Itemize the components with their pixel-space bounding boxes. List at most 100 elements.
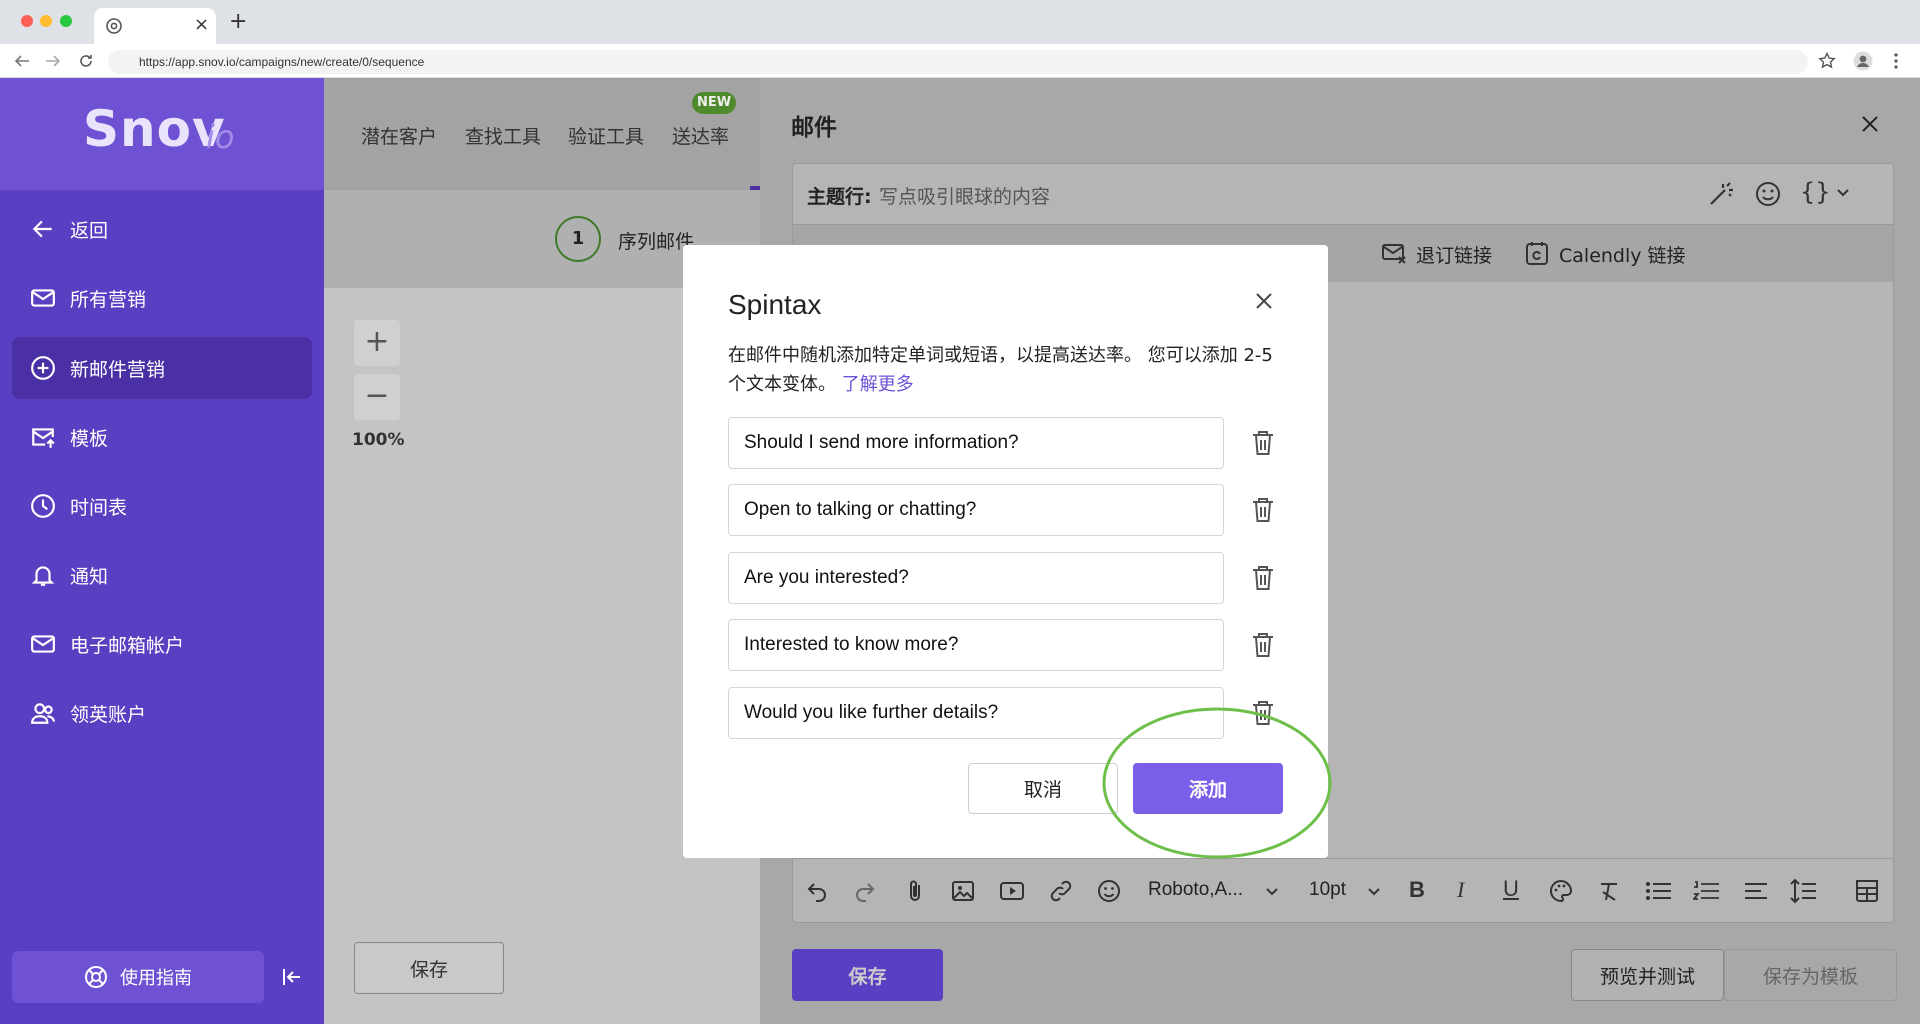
sidebar-item-schedules[interactable]: 时间表 — [12, 475, 312, 537]
toolbar-calendly-link[interactable]: Calendly 链接 — [1559, 241, 1686, 268]
users-icon — [31, 703, 55, 724]
trash-icon[interactable] — [1248, 630, 1278, 660]
formatting-toolbar: Roboto,A... 10pt B I U — [793, 858, 1893, 922]
subject-input[interactable]: 写点吸引眼球的内容 — [879, 182, 1050, 209]
back-arrow-icon[interactable] — [14, 54, 30, 68]
sidebar-item-label: 模板 — [70, 427, 109, 450]
emoji-icon[interactable] — [1755, 181, 1781, 207]
bookmark-star-icon[interactable] — [1818, 52, 1836, 70]
numbered-list-icon[interactable] — [1693, 879, 1719, 903]
window-minimize-dot[interactable] — [40, 15, 52, 27]
variant-input-1[interactable]: Should I send more information? — [728, 417, 1224, 469]
modal-description: 在邮件中随机添加特定单词或短语，以提高送达率。 您可以添加 2-5 个文本变体。… — [728, 341, 1288, 399]
magic-wand-icon[interactable] — [1707, 180, 1735, 208]
chevron-down-icon[interactable] — [1367, 887, 1381, 897]
color-palette-icon[interactable] — [1549, 879, 1573, 903]
variables-icon[interactable]: {} — [1800, 178, 1831, 206]
forward-arrow-icon[interactable] — [45, 54, 61, 68]
trash-icon[interactable] — [1248, 563, 1278, 593]
window-close-dot[interactable] — [21, 15, 33, 27]
font-size-select[interactable]: 10pt — [1309, 879, 1346, 901]
zoom-level: 100% — [352, 430, 405, 450]
chevron-down-icon[interactable] — [1836, 188, 1850, 198]
step-number: 1 — [555, 216, 601, 262]
new-tab-button[interactable]: + — [229, 9, 247, 34]
trash-icon[interactable] — [1248, 428, 1278, 458]
nav-verifier-tools[interactable]: 验证工具 — [568, 122, 644, 149]
preview-test-button[interactable]: 预览并测试 — [1571, 949, 1724, 1001]
collapse-sidebar-icon[interactable] — [280, 965, 304, 989]
plus-circle-icon — [31, 356, 55, 380]
sequence-save-button[interactable]: 保存 — [354, 942, 504, 994]
nav-prospects[interactable]: 潜在客户 — [361, 122, 437, 149]
align-icon[interactable] — [1743, 879, 1769, 903]
sidebar-item-linkedin-accounts[interactable]: 领英账户 — [12, 682, 312, 744]
emoji-icon[interactable] — [1097, 879, 1121, 903]
unsubscribe-mail-icon — [1382, 244, 1406, 264]
sidebar-item-back[interactable]: 返回 — [12, 198, 312, 260]
calendly-icon — [1526, 242, 1548, 265]
trash-icon[interactable] — [1248, 495, 1278, 525]
sidebar-item-templates[interactable]: 模板 — [12, 406, 312, 468]
font-family-select[interactable]: Roboto,A... — [1148, 879, 1243, 901]
sidebar-item-notifications[interactable]: 通知 — [12, 544, 312, 606]
zoom-in-button[interactable]: + — [354, 320, 400, 366]
italic-icon[interactable]: I — [1457, 877, 1464, 903]
logo-text: Snov — [83, 100, 226, 158]
subject-label: 主题行: — [807, 186, 872, 208]
zoom-out-button[interactable]: − — [354, 374, 400, 420]
sidebar-item-label: 电子邮箱帐户 — [70, 634, 185, 657]
variant-input-4[interactable]: Interested to know more? — [728, 619, 1224, 671]
sidebar-item-label: 通知 — [70, 565, 109, 588]
browser-menu-icon[interactable] — [1893, 52, 1899, 70]
table-icon[interactable] — [1855, 879, 1879, 903]
bell-icon — [31, 566, 55, 586]
attachment-icon[interactable] — [903, 879, 927, 903]
sidebar-item-label: 时间表 — [70, 496, 128, 519]
chevron-down-icon[interactable] — [1265, 887, 1279, 897]
mail-icon — [31, 289, 55, 307]
sidebar-item-new-campaign[interactable]: 新邮件营销 — [12, 337, 312, 399]
bullet-list-icon[interactable] — [1645, 879, 1671, 903]
video-icon[interactable] — [999, 879, 1025, 903]
browser-tab[interactable]: × — [94, 8, 216, 44]
toolbar-unsubscribe-link[interactable]: 退订链接 — [1416, 241, 1492, 268]
email-save-button[interactable]: 保存 — [792, 949, 943, 1001]
undo-icon[interactable] — [805, 879, 829, 903]
logo-suffix: io — [206, 118, 235, 156]
close-icon[interactable] — [1254, 291, 1274, 311]
chrome-icon — [106, 18, 122, 34]
email-panel-title: 邮件 — [791, 115, 837, 141]
redo-icon[interactable] — [853, 879, 877, 903]
top-navigation: 潜在客户 查找工具 验证工具 送达率 NEW — [324, 78, 760, 190]
snov-logo[interactable]: Snov io — [0, 78, 324, 190]
underline-icon[interactable]: U — [1503, 876, 1519, 902]
clear-format-icon[interactable] — [1597, 879, 1621, 903]
tab-close-icon[interactable]: × — [194, 14, 209, 35]
arrow-left-icon — [32, 220, 52, 238]
sidebar-item-all-campaigns[interactable]: 所有营销 — [12, 267, 312, 329]
image-icon[interactable] — [951, 879, 975, 903]
variant-input-2[interactable]: Open to talking or chatting? — [728, 484, 1224, 536]
sidebar: Snov io 返回 所有营销 新邮件营销 模板 时间表 通知 电子邮箱帐户 领… — [0, 78, 324, 1024]
user-guide-button[interactable]: 使用指南 — [12, 951, 264, 1003]
lifebuoy-icon — [85, 966, 107, 988]
save-as-template-button[interactable]: 保存为模板 — [1724, 949, 1897, 1001]
new-badge: NEW — [692, 92, 736, 114]
reload-icon[interactable] — [78, 53, 94, 69]
mail-icon — [31, 635, 55, 653]
variant-input-3[interactable]: Are you interested? — [728, 552, 1224, 604]
close-panel-icon[interactable] — [1860, 114, 1880, 134]
profile-icon[interactable] — [1853, 51, 1873, 71]
bold-icon[interactable]: B — [1409, 877, 1425, 903]
sidebar-item-label: 所有营销 — [70, 288, 147, 311]
nav-finder-tools[interactable]: 查找工具 — [465, 122, 541, 149]
learn-more-link[interactable]: 了解更多 — [842, 374, 914, 395]
window-maximize-dot[interactable] — [60, 15, 72, 27]
nav-deliverability[interactable]: 送达率 — [672, 122, 729, 149]
link-icon[interactable] — [1049, 879, 1073, 903]
url-field[interactable]: https://app.snov.io/campaigns/new/create… — [108, 50, 1808, 74]
sidebar-item-email-accounts[interactable]: 电子邮箱帐户 — [12, 613, 312, 675]
cancel-button[interactable]: 取消 — [968, 763, 1118, 814]
line-height-icon[interactable] — [1789, 877, 1817, 905]
